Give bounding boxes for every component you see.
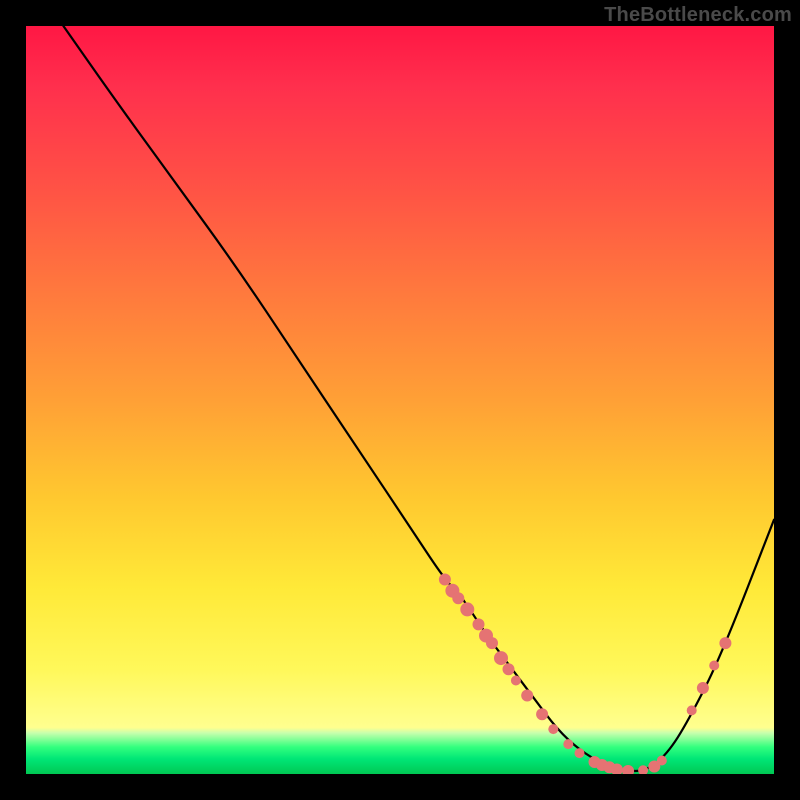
scatter-point [709, 661, 719, 671]
scatter-point [719, 637, 731, 649]
scatter-point [575, 748, 585, 758]
scatter-point [521, 690, 533, 702]
watermark-text: TheBottleneck.com [604, 4, 792, 27]
scatter-point [452, 592, 464, 604]
scatter-point [548, 724, 558, 734]
scatter-point [494, 651, 508, 665]
scatter-point [479, 629, 493, 643]
scatter-point [460, 602, 474, 616]
scatter-point [638, 765, 648, 774]
scatter-point [486, 637, 498, 649]
scatter-point [687, 705, 697, 715]
scatter-point [603, 761, 615, 773]
scatter-point [563, 739, 573, 749]
chart-curve [63, 26, 774, 771]
scatter-point [611, 764, 623, 775]
scatter-point [445, 584, 459, 598]
scatter-point [648, 761, 660, 773]
scatter-point [657, 756, 667, 766]
scatter-point [697, 682, 709, 694]
scatter-point [596, 759, 608, 771]
scatter-point [622, 765, 634, 774]
chart-plot-area [26, 26, 774, 774]
scatter-point [503, 663, 515, 675]
scatter-point [473, 618, 485, 630]
chart-overlay-svg [26, 26, 774, 774]
scatter-point [589, 756, 601, 768]
scatter-point [439, 574, 451, 586]
chart-scatter-points [439, 574, 732, 775]
scatter-point [536, 708, 548, 720]
scatter-point [511, 676, 521, 686]
